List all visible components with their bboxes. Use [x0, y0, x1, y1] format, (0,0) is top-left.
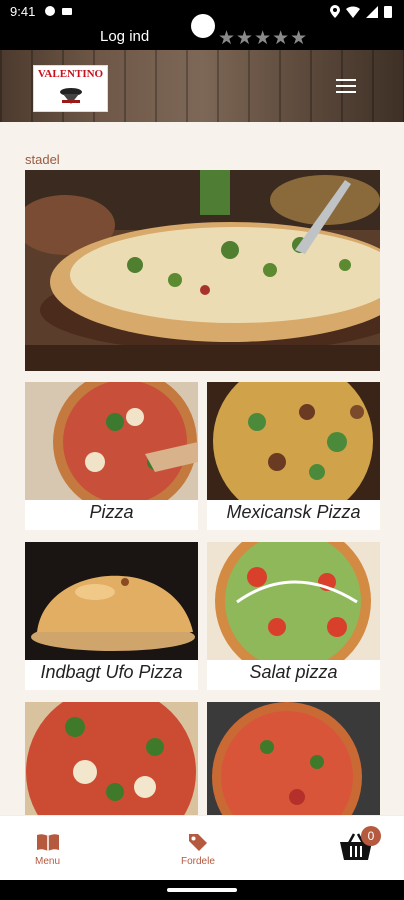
notification-icons — [44, 5, 73, 17]
section-title: stadel — [25, 152, 60, 167]
pepperoni-pizza-image — [207, 702, 380, 820]
logo-text: VALENTINO — [37, 68, 104, 80]
calzone-image — [25, 542, 198, 660]
front-camera — [191, 14, 215, 38]
category-card-mexicansk-pizza[interactable]: Mexicansk Pizza — [207, 382, 380, 530]
nav-deals-label: Fordele — [181, 856, 215, 867]
logo-emblem-icon — [60, 88, 82, 104]
home-gesture-bar[interactable] — [167, 888, 237, 892]
status-time: 9:41 — [10, 4, 36, 19]
menu-book-icon — [36, 834, 59, 851]
location-icon — [330, 5, 340, 18]
category-card-indbagt-ufo-pizza[interactable]: Indbagt Ufo Pizza — [25, 542, 198, 690]
bottom-navigation: Menu Fordele 0 — [0, 815, 404, 881]
bubble-icon — [45, 6, 55, 16]
mexican-pizza-image — [207, 382, 380, 500]
hamburger-menu-icon[interactable] — [336, 79, 356, 95]
nav-deals[interactable]: Fordele — [181, 832, 215, 867]
app-header: VALENTINO — [0, 50, 404, 122]
restaurant-logo[interactable]: VALENTINO — [33, 65, 108, 112]
category-card-salat-pizza[interactable]: Salat pizza — [207, 542, 380, 690]
category-label: Pizza — [89, 502, 134, 522]
tag-icon — [188, 834, 207, 851]
category-label: Salat pizza — [249, 662, 338, 682]
cart-count-badge: 0 — [361, 826, 381, 846]
nav-menu-label: Menu — [35, 856, 61, 867]
category-label: Mexicansk Pizza — [226, 502, 361, 522]
pizza-image — [25, 382, 198, 500]
camera-status-icon — [62, 8, 72, 15]
rating-stars[interactable]: ★★★★★ — [218, 27, 308, 50]
app-screen: 9:41 Log ind ★★★★★ VALENTINO stadel Pizz… — [0, 0, 404, 900]
category-label: Indbagt Ufo Pizza — [40, 662, 183, 682]
system-icons — [330, 5, 392, 18]
margherita-pizza-image — [25, 702, 198, 820]
wifi-icon — [346, 5, 360, 18]
battery-icon — [384, 6, 392, 18]
category-card-pizza[interactable]: Pizza — [25, 382, 198, 530]
login-link[interactable]: Log ind — [100, 28, 149, 45]
signal-icon — [366, 5, 378, 18]
salad-pizza-image — [207, 542, 380, 660]
nav-menu[interactable]: Menu — [35, 832, 60, 867]
gesture-area — [0, 880, 404, 900]
hero-pizza-image[interactable] — [25, 170, 380, 371]
